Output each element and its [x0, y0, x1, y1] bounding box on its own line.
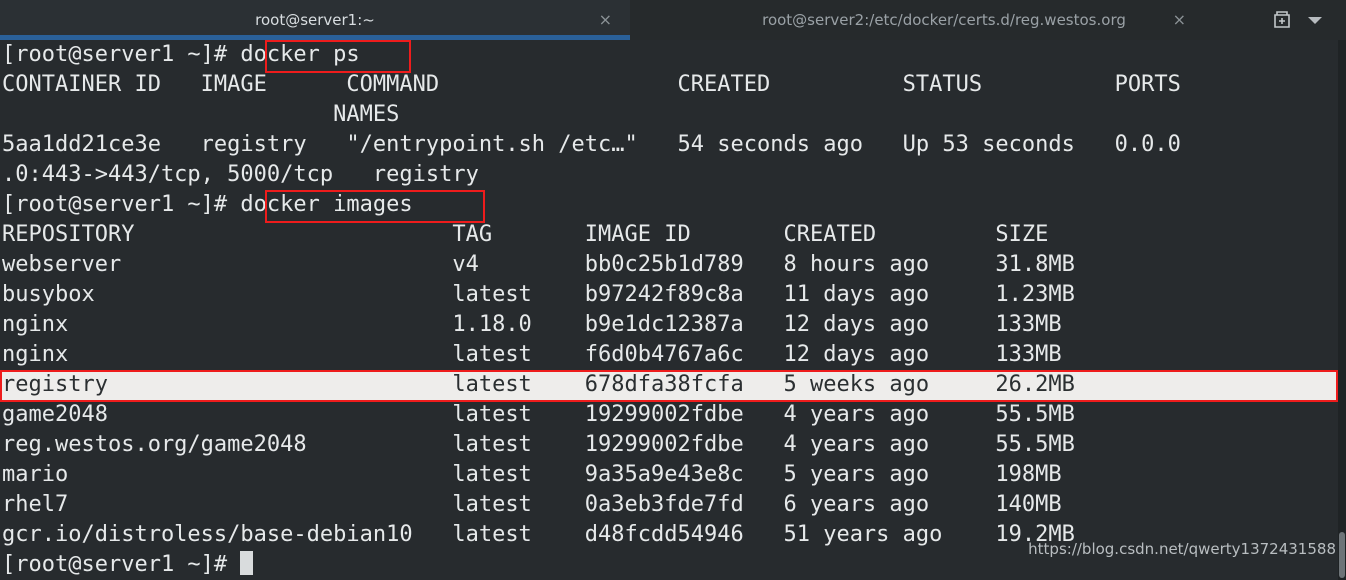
- text-cursor: [240, 551, 254, 575]
- tab-server1[interactable]: root@server1:~ ×: [0, 0, 630, 40]
- terminal-line: rhel7 latest 0a3eb3fde7fd 6 years ago 14…: [2, 492, 1062, 517]
- terminal-line: game2048 latest 19299002fdbe 4 years ago…: [2, 402, 1075, 427]
- tab-server2[interactable]: root@server2:/etc/docker/certs.d/reg.wes…: [630, 0, 1258, 40]
- terminal-line: [root@server1 ~]# docker ps: [2, 42, 360, 67]
- tab-bar: root@server1:~ × root@server2:/etc/docke…: [0, 0, 1346, 40]
- close-icon[interactable]: ×: [1173, 12, 1186, 28]
- tab-server2-title: root@server2:/etc/docker/certs.d/reg.wes…: [762, 11, 1126, 29]
- terminal-line-selected: registry latest 678dfa38fcfa 5 weeks ago…: [0, 370, 1338, 400]
- tab-bar-tools: [1258, 0, 1346, 40]
- terminal-line: reg.westos.org/game2048 latest 19299002f…: [2, 432, 1075, 457]
- terminal-line: nginx 1.18.0 b9e1dc12387a 12 days ago 13…: [2, 312, 1062, 337]
- watermark-url: https://blog.csdn.net/qwerty1372431588: [1028, 540, 1336, 558]
- chevron-down-icon[interactable]: [1308, 16, 1322, 24]
- terminal-line: webserver v4 bb0c25b1d789 8 hours ago 31…: [2, 252, 1075, 277]
- terminal-line: .0:443->443/tcp, 5000/tcp registry: [2, 162, 479, 187]
- prompt-text: [root@server1 ~]#: [2, 552, 241, 577]
- tab-server1-title: root@server1:~: [255, 11, 375, 29]
- terminal-line: 5aa1dd21ce3e registry "/entrypoint.sh /e…: [2, 132, 1181, 157]
- terminal-line: CONTAINER ID IMAGE COMMAND CREATED STATU…: [2, 72, 1181, 97]
- vertical-scrollbar[interactable]: [1338, 40, 1346, 580]
- new-tab-icon[interactable]: [1272, 11, 1292, 29]
- terminal-line: busybox latest b97242f89c8a 11 days ago …: [2, 282, 1075, 307]
- terminal-window: root@server1:~ × root@server2:/etc/docke…: [0, 0, 1346, 580]
- terminal-line: NAMES: [2, 102, 400, 127]
- close-icon[interactable]: ×: [599, 12, 612, 28]
- terminal-line: mario latest 9a35a9e43e8c 5 years ago 19…: [2, 462, 1062, 487]
- terminal-line: nginx latest f6d0b4767a6c 12 days ago 13…: [2, 342, 1062, 367]
- terminal-output[interactable]: [root@server1 ~]# docker ps CONTAINER ID…: [0, 40, 1338, 580]
- scrollbar-thumb[interactable]: [1339, 532, 1345, 578]
- terminal-line: [root@server1 ~]# docker images: [2, 192, 413, 217]
- terminal-line: REPOSITORY TAG IMAGE ID CREATED SIZE: [2, 222, 1049, 247]
